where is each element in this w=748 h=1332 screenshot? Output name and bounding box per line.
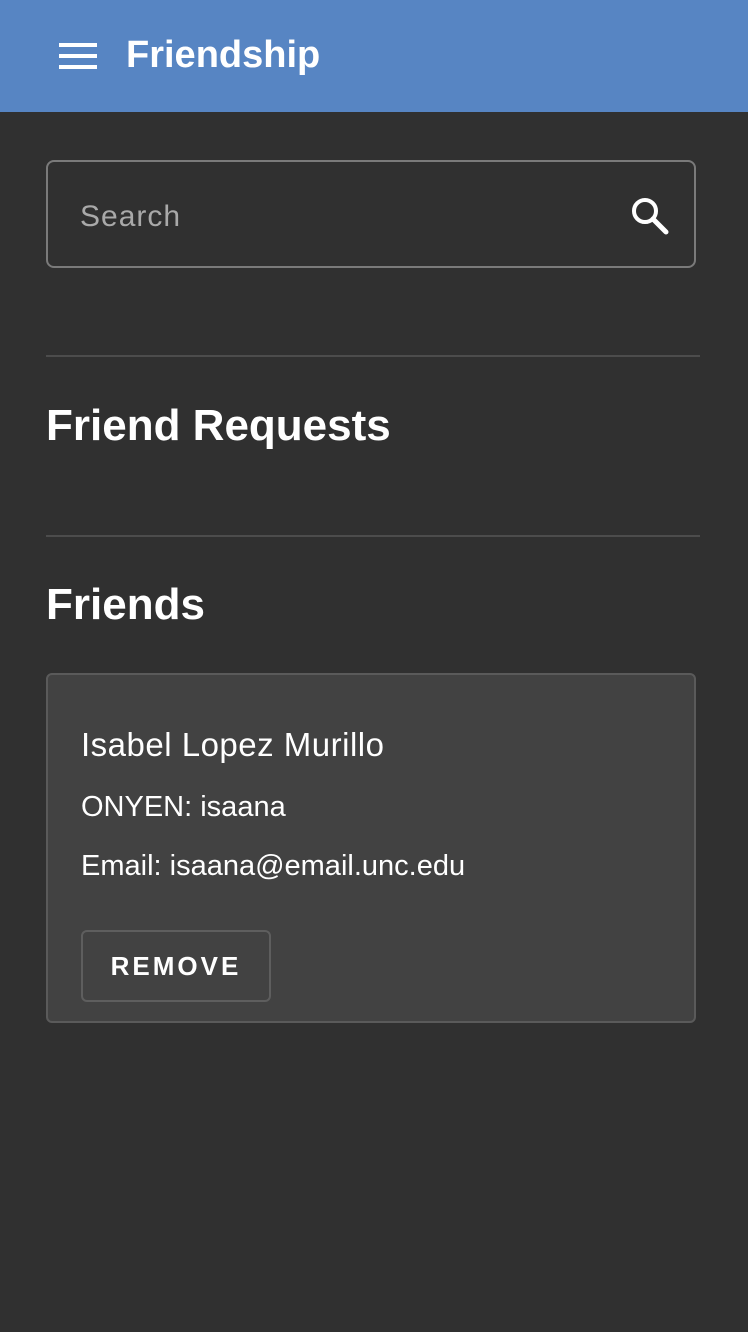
search-field[interactable]: [46, 160, 696, 268]
friend-onyen: ONYEN: isaana: [81, 791, 286, 823]
remove-friend-button[interactable]: REMOVE: [81, 930, 271, 1002]
friend-card: Isabel Lopez Murillo ONYEN: isaana Email…: [46, 673, 696, 1023]
friend-name: Isabel Lopez Murillo: [81, 726, 385, 763]
app-title: Friendship: [126, 34, 321, 76]
top-app-bar: Friendship: [0, 0, 748, 112]
search-input[interactable]: [78, 190, 602, 244]
friend-requests-heading: Friend Requests: [46, 401, 391, 450]
friends-heading: Friends: [46, 580, 205, 629]
section-divider: [46, 355, 700, 357]
hamburger-menu-icon: [59, 43, 97, 69]
menu-button[interactable]: [54, 35, 102, 77]
section-divider: [46, 535, 700, 537]
search-icon[interactable]: [630, 196, 670, 236]
friend-email: Email: isaana@email.unc.edu: [81, 850, 466, 882]
